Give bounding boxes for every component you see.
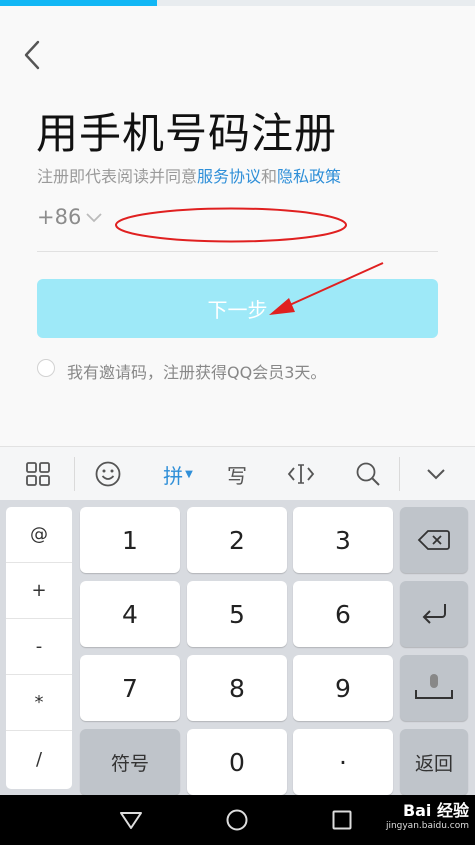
nav-recents-button[interactable]: [322, 804, 362, 836]
numeric-keyboard: @ + - * / 1 2 3 4 5 6 7 8 9 符号 0 · 返回: [0, 500, 475, 795]
return-key[interactable]: 返回: [400, 729, 468, 795]
watermark-url: jingyan.baidu.com: [385, 821, 469, 831]
backspace-key[interactable]: [400, 507, 468, 573]
enter-icon: [422, 604, 446, 624]
progress-bar: [0, 0, 157, 6]
home-circle-icon: [226, 809, 248, 831]
key-2[interactable]: 2: [187, 507, 287, 573]
keyboard-grid-button[interactable]: [13, 447, 63, 501]
key-7[interactable]: 7: [80, 655, 180, 721]
back-triangle-icon: [120, 812, 142, 829]
chevron-left-icon: [24, 40, 40, 70]
space-voice-key[interactable]: [400, 655, 468, 721]
recents-square-icon: [332, 810, 352, 830]
keyboard-search-button[interactable]: [343, 447, 393, 501]
triangle-down-icon: ▼: [185, 468, 193, 480]
keyboard-toolbar: 拼 ▼ 写: [0, 446, 475, 500]
pinyin-label: 拼: [163, 463, 184, 488]
cursor-icon: [287, 464, 315, 484]
symbol-key-at[interactable]: @: [6, 507, 72, 563]
keyboard-cursor-button[interactable]: [276, 447, 326, 501]
chevron-down-icon[interactable]: [85, 212, 103, 224]
phone-number-input[interactable]: [118, 203, 436, 239]
input-underline: [37, 251, 438, 252]
key-6[interactable]: 6: [293, 581, 393, 647]
toolbar-divider: [399, 457, 400, 491]
handwrite-label: 写: [227, 463, 247, 488]
toolbar-divider: [74, 457, 75, 491]
keyboard-collapse-button[interactable]: [411, 447, 461, 501]
progress-track: [0, 0, 475, 6]
enter-key[interactable]: [400, 581, 468, 647]
key-9[interactable]: 9: [293, 655, 393, 721]
symbol-key-asterisk[interactable]: *: [6, 675, 72, 731]
next-step-button[interactable]: 下一步: [37, 279, 438, 338]
key-dot[interactable]: ·: [293, 729, 393, 795]
invite-code-label: 我有邀请码，注册获得QQ会员3天。: [67, 363, 327, 382]
page-title: 用手机号码注册: [36, 109, 338, 158]
invite-code-radio[interactable]: [37, 359, 55, 377]
search-icon: [356, 462, 380, 486]
keyboard-emoji-button[interactable]: [83, 447, 133, 501]
keyboard-pinyin-button[interactable]: 拼 ▼: [150, 447, 206, 501]
country-code-selector[interactable]: +86: [37, 205, 81, 229]
key-0[interactable]: 0: [187, 729, 287, 795]
grid-icon: [26, 462, 50, 486]
nav-home-button[interactable]: [217, 804, 257, 836]
agreement-and: 和: [261, 167, 278, 186]
key-5[interactable]: 5: [187, 581, 287, 647]
service-agreement-link[interactable]: 服务协议: [197, 167, 261, 186]
back-button[interactable]: [18, 38, 48, 72]
baidu-jingyan-watermark: Bai 经验 jingyan.baidu.com: [386, 803, 469, 831]
symbol-key-slash[interactable]: /: [6, 731, 72, 787]
agreement-text: 注册即代表阅读并同意服务协议和隐私政策: [37, 163, 341, 187]
symbol-key-minus[interactable]: -: [6, 619, 72, 675]
agreement-prefix: 注册即代表阅读并同意: [37, 167, 198, 186]
chevron-down-icon: [427, 469, 445, 480]
key-8[interactable]: 8: [187, 655, 287, 721]
keyboard-handwrite-button[interactable]: 写: [212, 447, 262, 501]
key-4[interactable]: 4: [80, 581, 180, 647]
privacy-policy-link[interactable]: 隐私政策: [277, 167, 341, 186]
key-3[interactable]: 3: [293, 507, 393, 573]
backspace-icon: [417, 530, 450, 550]
symbol-switch-key[interactable]: 符号: [80, 729, 180, 795]
space-icon: [415, 674, 453, 699]
watermark-brand: Bai 经验: [402, 801, 469, 820]
symbol-key-plus[interactable]: +: [6, 563, 72, 619]
key-1[interactable]: 1: [80, 507, 180, 573]
symbol-column[interactable]: @ + - * /: [6, 507, 72, 789]
nav-back-button[interactable]: [111, 804, 151, 836]
emoji-icon: [95, 461, 121, 487]
